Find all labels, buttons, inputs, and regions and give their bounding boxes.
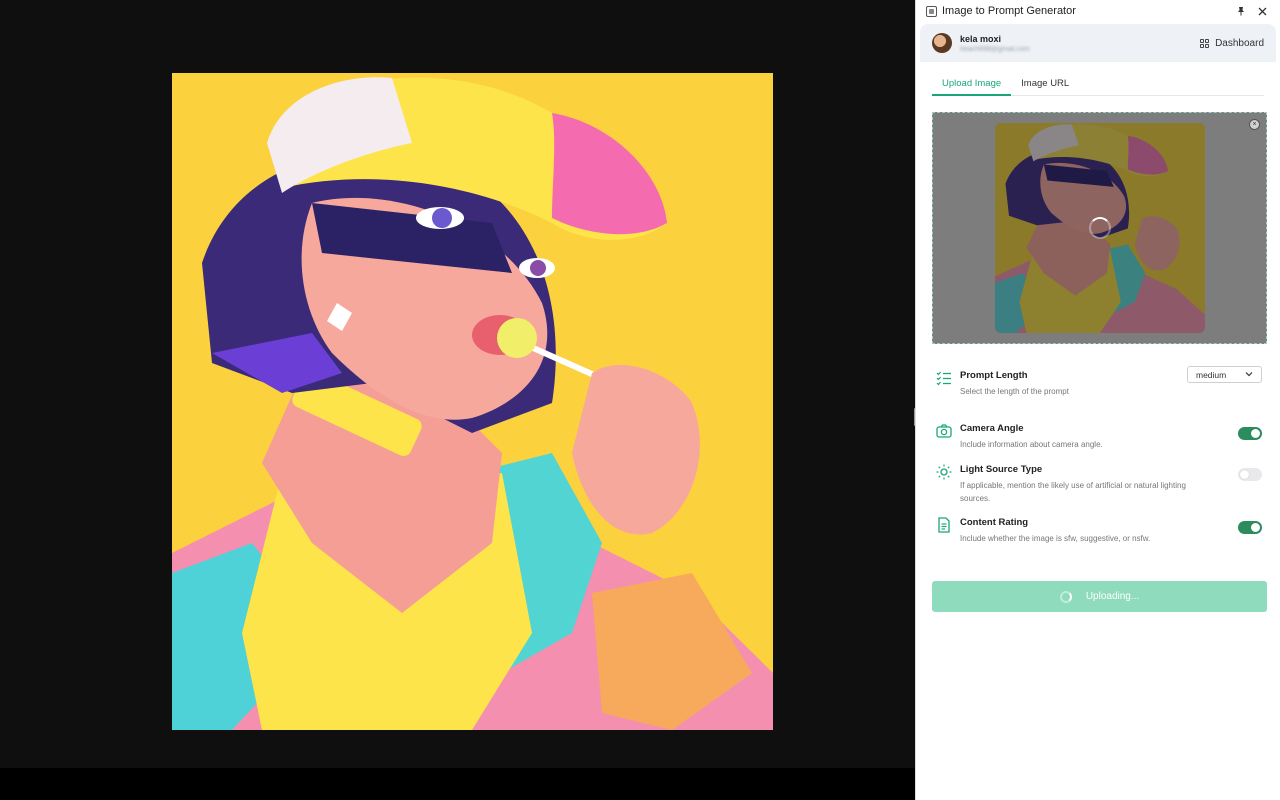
list-icon	[936, 370, 952, 386]
button-spinner-icon	[1059, 590, 1072, 603]
document-icon	[936, 517, 952, 533]
image-viewer	[0, 0, 915, 800]
camera-icon	[936, 423, 952, 439]
light-source-toggle[interactable]	[1238, 468, 1262, 481]
light-source-desc: If applicable, mention the likely use of…	[960, 481, 1186, 503]
user-name: kela moxi	[960, 33, 1002, 44]
side-panel: Image to Prompt Generator kela moxi heac…	[915, 0, 1280, 800]
tab-image-url[interactable]: Image URL	[1011, 72, 1079, 95]
source-tabs: Upload Image Image URL	[932, 72, 1264, 96]
grid-icon	[1200, 38, 1210, 48]
content-rating-desc: Include whether the image is sfw, sugges…	[960, 534, 1151, 543]
prompt-length-title: Prompt Length	[960, 370, 1028, 381]
camera-angle-title: Camera Angle	[960, 423, 1024, 434]
upload-button[interactable]: Uploading...	[932, 581, 1267, 612]
loading-spinner	[1089, 217, 1111, 239]
close-icon[interactable]	[1254, 3, 1270, 19]
preview-image	[172, 73, 773, 730]
user-bar: kela moxi heach698@gmail.com Dashboard	[920, 24, 1276, 62]
avatar[interactable]	[932, 33, 952, 53]
illustration-girl-lollipop	[172, 73, 773, 730]
camera-angle-desc: Include information about camera angle.	[960, 440, 1103, 449]
prompt-length-value: medium	[1196, 369, 1227, 380]
setting-camera-angle: Camera Angle Include information about c…	[936, 415, 1266, 455]
app-logo-icon	[926, 5, 937, 17]
setting-light-source: Light Source Type If applicable, mention…	[936, 456, 1266, 508]
setting-prompt-length: Prompt Length Select the length of the p…	[936, 362, 1266, 407]
setting-content-rating: Content Rating Include whether the image…	[936, 509, 1266, 549]
prompt-length-select[interactable]: medium	[1187, 366, 1262, 383]
user-info: kela moxi heach698@gmail.com	[960, 34, 1200, 53]
viewer-footer-bar	[0, 768, 915, 800]
dashboard-button[interactable]: Dashboard	[1200, 38, 1264, 49]
sun-icon	[936, 464, 952, 480]
remove-image-icon[interactable]: ×	[1249, 119, 1260, 130]
light-source-title: Light Source Type	[960, 464, 1043, 475]
content-rating-toggle[interactable]	[1238, 521, 1262, 534]
chevron-down-icon	[1245, 370, 1253, 379]
pin-icon[interactable]	[1233, 3, 1249, 19]
panel-titlebar: Image to Prompt Generator	[916, 0, 1280, 22]
tab-upload-image[interactable]: Upload Image	[932, 72, 1012, 96]
upload-button-label: Uploading...	[1085, 591, 1140, 602]
content-rating-title: Content Rating	[960, 517, 1029, 528]
camera-angle-toggle[interactable]	[1238, 427, 1262, 440]
upload-dropzone[interactable]: ×	[932, 112, 1267, 344]
user-email: heach698@gmail.com	[960, 45, 1030, 53]
dashboard-label: Dashboard	[1215, 37, 1264, 49]
panel-title: Image to Prompt Generator	[942, 5, 1076, 17]
prompt-length-desc: Select the length of the prompt	[960, 387, 1069, 396]
